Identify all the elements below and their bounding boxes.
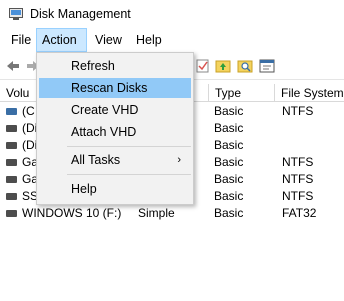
volume-fs: FAT32 — [282, 206, 317, 220]
properties-icon[interactable] — [194, 57, 212, 75]
menu-item-attach-vhd[interactable]: Attach VHD — [39, 122, 191, 142]
back-arrow-icon[interactable] — [4, 57, 22, 75]
os-volume-icon — [6, 108, 17, 115]
volume-fs: NTFS — [282, 172, 314, 186]
volume-type: Basic — [214, 155, 244, 169]
volume-type: Basic — [214, 104, 244, 118]
menu-item-create-vhd[interactable]: Create VHD — [39, 100, 191, 120]
console-icon[interactable] — [258, 57, 276, 75]
volume-icon — [6, 210, 17, 217]
volume-icon — [6, 125, 17, 132]
action-menu: Refresh Rescan Disks Create VHD Attach V… — [36, 52, 194, 205]
menu-view[interactable]: View — [90, 28, 127, 52]
volume-layout: Simple — [138, 206, 175, 220]
menu-separator — [67, 174, 191, 175]
col-type[interactable]: Type — [208, 84, 274, 102]
menu-item-all-tasks[interactable]: All Tasks › — [39, 150, 191, 170]
volume-type: Basic — [214, 172, 244, 186]
volume-type: Basic — [214, 189, 244, 203]
volume-icon — [6, 193, 17, 200]
chevron-right-icon: › — [177, 154, 181, 166]
menu-action[interactable]: Action — [36, 28, 87, 52]
menu-help[interactable]: Help — [131, 28, 167, 52]
table-row[interactable]: WINDOWS 10 (F:) Simple Basic FAT32 — [0, 205, 344, 222]
disk-management-icon — [9, 8, 23, 20]
col-file-system[interactable]: File System — [274, 84, 344, 102]
volume-name: WINDOWS 10 (F:) — [22, 206, 122, 220]
menu-item-refresh[interactable]: Refresh — [39, 56, 191, 76]
up-folder-icon[interactable] — [214, 57, 232, 75]
menu-item-all-tasks-label: All Tasks — [71, 153, 121, 167]
menu-item-rescan-disks[interactable]: Rescan Disks — [39, 78, 191, 98]
volume-name: (C — [22, 104, 35, 118]
menu-file[interactable]: File — [6, 28, 36, 52]
menu-item-help[interactable]: Help — [39, 179, 191, 199]
search-icon[interactable] — [236, 57, 254, 75]
volume-fs: NTFS — [282, 104, 314, 118]
volume-type: Basic — [214, 206, 244, 220]
volume-type: Basic — [214, 121, 244, 135]
menu-bar: File Action View Help — [0, 28, 344, 52]
title-bar: Disk Management — [0, 0, 344, 28]
volume-type: Basic — [214, 138, 244, 152]
window-title: Disk Management — [30, 7, 131, 21]
volume-icon — [6, 176, 17, 183]
volume-icon — [6, 142, 17, 149]
volume-icon — [6, 159, 17, 166]
volume-fs: NTFS — [282, 189, 314, 203]
volume-fs: NTFS — [282, 155, 314, 169]
menu-separator — [67, 146, 191, 147]
